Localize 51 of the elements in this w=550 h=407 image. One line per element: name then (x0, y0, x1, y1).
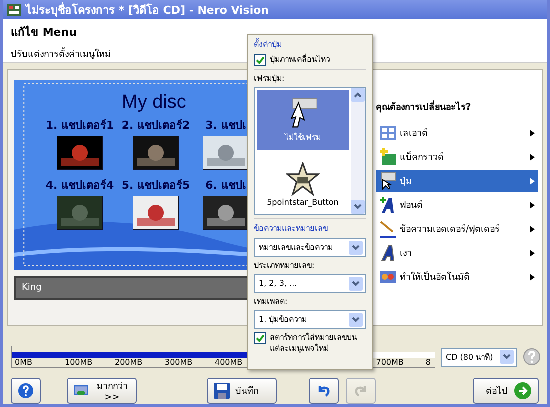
checkbox[interactable] (254, 54, 266, 66)
font-icon (379, 196, 397, 214)
disc-type-dropdown[interactable]: CD (80 นาที) (441, 348, 517, 366)
option-item[interactable]: ฟอนต์ (376, 194, 538, 216)
text-icon (379, 220, 397, 238)
scale-label: 300MB (164, 358, 194, 367)
help-icon (18, 383, 34, 399)
footer-text: King (22, 283, 42, 293)
help-button[interactable] (11, 378, 41, 404)
submenu-arrow-icon (530, 274, 535, 280)
redo-arrow-icon (352, 383, 369, 399)
next-button[interactable]: ต่อไป (473, 378, 539, 404)
checkbox[interactable] (254, 332, 266, 344)
page-title: แก้ไข Menu (11, 24, 77, 41)
template-dropdown[interactable]: 1. ปุ่มข้อความ (254, 310, 366, 329)
option-item[interactable]: เลเอาต์ (376, 122, 538, 144)
checkbox-label: สตาร์ทการใส่หมายเลขบนแต่ละเมนูเพจใหม่ (270, 332, 358, 354)
option-item[interactable]: ทำให้เป็นอัตโนมัติ (376, 266, 538, 288)
auto-icon (379, 268, 397, 286)
help-icon[interactable] (523, 348, 541, 366)
submenu-arrow-icon (530, 202, 535, 208)
undo-button[interactable] (308, 378, 339, 404)
window-title: ไม่ระบุชื่อโครงการ * [วิดีโอ CD] - Nero Vision (26, 1, 269, 18)
submenu-arrow-icon (530, 226, 535, 232)
scale-label: 200MB (114, 358, 144, 367)
scale-label: 700MB (376, 358, 404, 367)
scale-label: 0MB (14, 358, 34, 367)
page-subtitle: ปรับแต่งการตั้งค่าเมนูใหม่ (11, 47, 111, 61)
number-type-dropdown[interactable]: 1, 2, 3, ... (254, 274, 366, 293)
option-item[interactable]: แบ็คกราวด์ (376, 146, 538, 168)
section-title: ตั้งค่าปุ่ม (254, 38, 283, 51)
app-icon (7, 4, 21, 16)
submenu-arrow-icon (530, 154, 535, 160)
button-icon (379, 172, 397, 190)
field-label: เทมเพลต: (254, 296, 289, 307)
option-item[interactable]: ข้อความเฮดเดอร์/ฟุตเดอร์ (376, 218, 538, 240)
panel-title: คุณต้องการเปลี่ยนอะไร? (376, 100, 538, 114)
shadow-icon (379, 244, 397, 262)
submenu-arrow-icon (530, 250, 535, 256)
submenu-arrow-icon (530, 178, 535, 184)
save-button[interactable]: บันทึก (206, 378, 277, 404)
option-item[interactable]: เงา (376, 242, 538, 264)
scale-label: 100MB (64, 358, 94, 367)
layout-icon (379, 124, 397, 142)
more-button[interactable]: มากกว่า >> (67, 378, 137, 404)
checkbox-label: ปุ่มภาพเคลื่อนไหว (270, 54, 330, 65)
scale-label: 8 (426, 358, 431, 367)
background-icon (379, 148, 397, 166)
option-item[interactable]: ปุ่ม (376, 170, 538, 192)
scale-label: 400MB (214, 358, 244, 367)
submenu-arrow-icon (530, 130, 535, 136)
